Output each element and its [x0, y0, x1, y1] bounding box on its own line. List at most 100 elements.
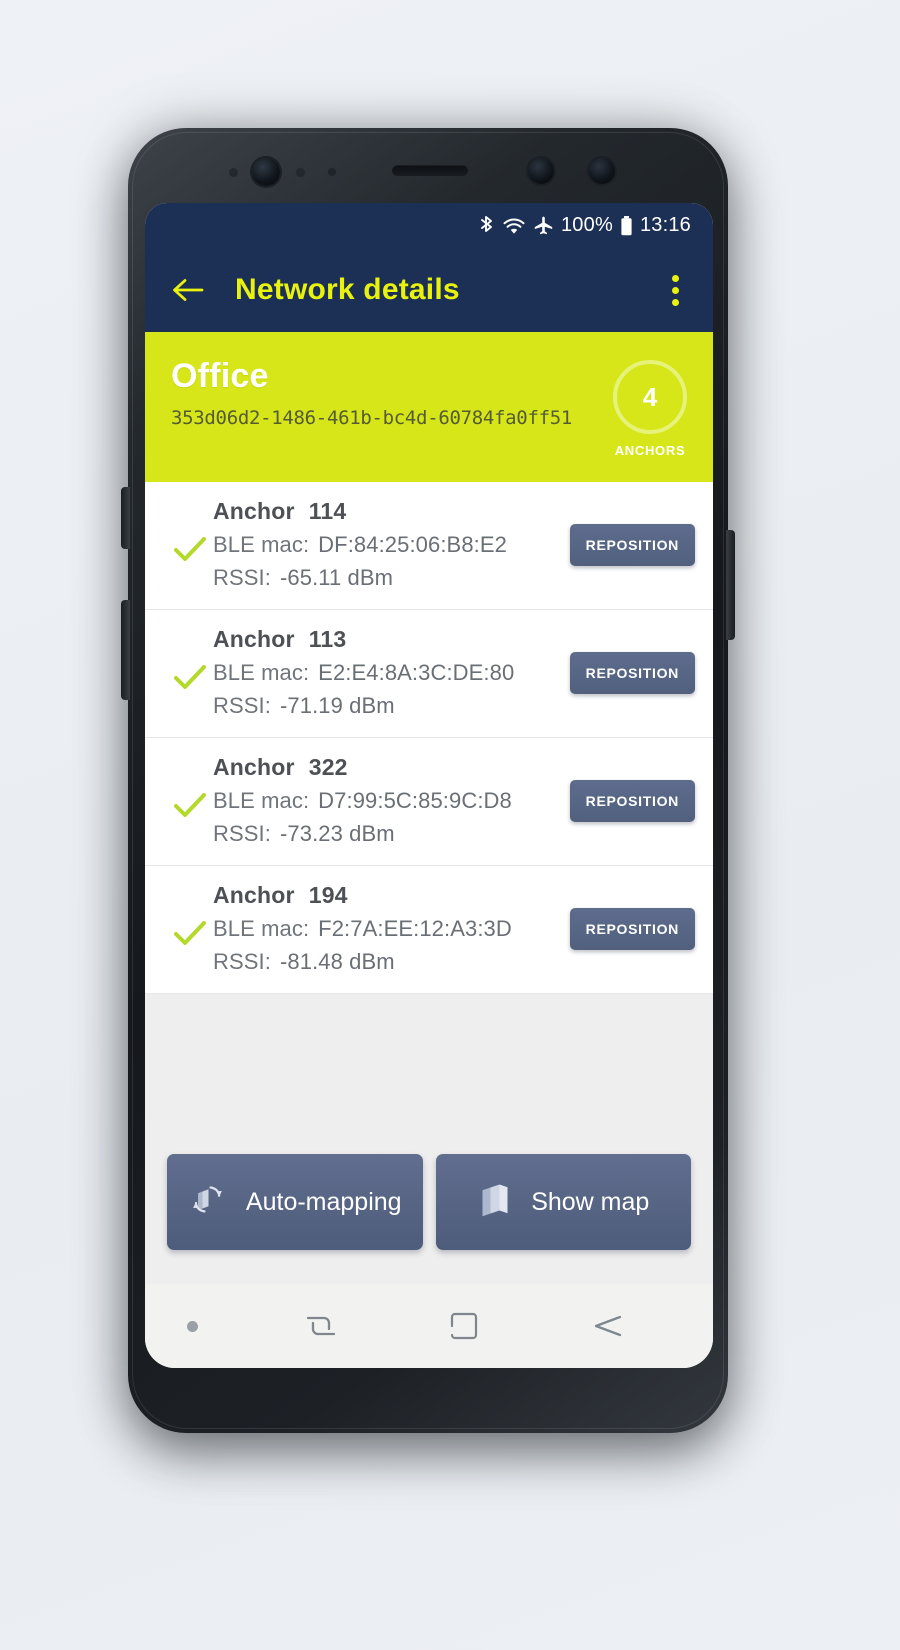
battery-full-icon: [620, 215, 633, 237]
rssi-label: RSSI:: [213, 565, 271, 590]
table-row[interactable]: Anchor 194 BLE mac: F2:7A:EE:12:A3:3D RSSI…: [145, 866, 713, 994]
volume-down-button[interactable]: [121, 600, 130, 700]
ble-mac-value: F2:7A:EE:12:A3:3D: [318, 916, 512, 941]
anchor-name-label: Anchor: [213, 626, 295, 652]
ble-mac-label: BLE mac:: [213, 788, 310, 813]
rssi-value: -65.11 dBm: [279, 565, 394, 590]
anchor-id: 113: [308, 626, 347, 652]
anchor-info: Anchor 114 BLE mac: DF:84:25:06:B8:E2 RSSI…: [213, 498, 560, 591]
anchor-rssi-line: RSSI: -73.23 dBm: [213, 821, 560, 847]
anchor-action: REPOSITION: [560, 907, 695, 950]
check-icon: [167, 910, 213, 948]
iris-camera-icon: [528, 158, 554, 184]
screenshot-root: 100% 13:16 Network details Office 353d06…: [0, 0, 900, 1650]
recents-icon[interactable]: [249, 1309, 392, 1343]
rssi-value: -81.48 dBm: [279, 949, 395, 974]
ble-mac-value: D7:99:5C:85:9C:D8: [318, 788, 512, 813]
check-icon: [167, 654, 213, 692]
anchor-name-label: Anchor: [213, 882, 295, 908]
anchor-mac-line: BLE mac: D7:99:5C:85:9C:D8: [213, 788, 560, 814]
secondary-sensor-icon: [589, 158, 615, 184]
anchor-action: REPOSITION: [560, 651, 695, 694]
wifi-icon: [502, 215, 526, 237]
reposition-button[interactable]: REPOSITION: [569, 523, 695, 566]
rssi-label: RSSI:: [213, 949, 271, 974]
anchor-count-value: 4: [642, 381, 658, 412]
anchor-action: REPOSITION: [560, 779, 695, 822]
reposition-button[interactable]: REPOSITION: [569, 907, 695, 950]
nav-back-icon[interactable]: [536, 1309, 679, 1343]
network-name: Office: [171, 357, 269, 395]
ble-mac-label: BLE mac:: [213, 916, 310, 941]
ble-mac-label: BLE mac:: [213, 660, 310, 685]
bottom-action-bar: Auto-mapping Show map: [145, 1154, 713, 1284]
back-arrow-icon[interactable]: [165, 267, 211, 313]
network-uuid: 353d06d2-1486-461b-bc4d-60784fa0ff51: [171, 407, 573, 430]
earpiece-speaker: [392, 165, 468, 176]
auto-map-refresh-icon: [188, 1179, 228, 1226]
anchor-mac-line: BLE mac: F2:7A:EE:12:A3:3D: [213, 916, 560, 942]
anchor-mac-line: BLE mac: E2:E4:8A:3C:DE:80: [213, 660, 560, 686]
rssi-label: RSSI:: [213, 693, 271, 718]
home-icon[interactable]: [392, 1309, 535, 1343]
bluetooth-icon: [478, 215, 495, 237]
anchor-name-label: Anchor: [213, 754, 295, 780]
anchor-count-badge: 4 ANCHORS: [613, 360, 687, 458]
reposition-button[interactable]: REPOSITION: [569, 779, 695, 822]
light-sensor-icon: [296, 168, 305, 177]
ble-mac-label: BLE mac:: [213, 532, 310, 557]
reposition-button[interactable]: REPOSITION: [569, 651, 695, 694]
anchor-mac-line: BLE mac: DF:84:25:06:B8:E2: [213, 532, 560, 558]
anchor-info: Anchor 194 BLE mac: F2:7A:EE:12:A3:3D RSSI…: [213, 882, 560, 975]
anchor-list: Anchor 114 BLE mac: DF:84:25:06:B8:E2 RSSI…: [145, 482, 713, 994]
anchor-rssi-line: RSSI: -71.19 dBm: [213, 693, 560, 719]
phone-screen: 100% 13:16 Network details Office 353d06…: [145, 203, 713, 1368]
airplane-mode-icon: [533, 215, 554, 236]
ble-mac-value: E2:E4:8A:3C:DE:80: [318, 660, 515, 685]
ble-mac-value: DF:84:25:06:B8:E2: [318, 532, 507, 557]
network-header: Office 353d06d2-1486-461b-bc4d-60784fa0f…: [145, 332, 713, 482]
anchor-info: Anchor 322 BLE mac: D7:99:5C:85:9C:D8 RSSI…: [213, 754, 560, 847]
page-title: Network details: [235, 273, 460, 306]
list-empty-space: [145, 994, 713, 1154]
volume-up-button[interactable]: [121, 487, 130, 549]
auto-mapping-label: Auto-mapping: [245, 1187, 402, 1216]
nav-dot-icon[interactable]: [179, 1320, 249, 1332]
network-identity: Office 353d06d2-1486-461b-bc4d-60784fa0f…: [171, 357, 573, 430]
table-row[interactable]: Anchor 322 BLE mac: D7:99:5C:85:9C:D8 RSSI…: [145, 738, 713, 866]
auto-mapping-button[interactable]: Auto-mapping: [167, 1154, 423, 1250]
proximity-sensor-icon: [229, 168, 238, 177]
app-bar: Network details: [145, 248, 713, 332]
overflow-menu-icon[interactable]: [655, 267, 695, 313]
front-camera-icon: [252, 158, 280, 186]
android-nav-bar: [145, 1284, 713, 1368]
anchor-title: Anchor 113: [213, 626, 560, 653]
status-bar: 100% 13:16: [145, 203, 713, 248]
anchor-title: Anchor 194: [213, 882, 560, 909]
check-icon: [167, 782, 213, 820]
check-icon: [167, 526, 213, 564]
iris-sensor-icon: [328, 168, 336, 176]
anchor-rssi-line: RSSI: -81.48 dBm: [213, 949, 560, 975]
table-row[interactable]: Anchor 114 BLE mac: DF:84:25:06:B8:E2 RSSI…: [145, 482, 713, 610]
anchor-id: 114: [308, 498, 347, 524]
anchor-name-label: Anchor: [213, 498, 295, 524]
map-icon: [477, 1181, 513, 1224]
battery-percent-label: 100%: [560, 214, 613, 236]
anchor-count-label: ANCHORS: [614, 443, 686, 458]
anchor-action: REPOSITION: [560, 523, 695, 566]
anchor-id: 322: [308, 754, 348, 780]
show-map-button[interactable]: Show map: [435, 1154, 691, 1250]
rssi-value: -73.23 dBm: [279, 821, 395, 846]
show-map-label: Show map: [531, 1187, 650, 1216]
anchor-count-ring: 4: [613, 360, 687, 434]
anchor-rssi-line: RSSI: -65.11 dBm: [213, 565, 560, 591]
table-row[interactable]: Anchor 113 BLE mac: E2:E4:8A:3C:DE:80 RSSI…: [145, 610, 713, 738]
rssi-label: RSSI:: [213, 821, 271, 846]
anchor-title: Anchor 322: [213, 754, 560, 781]
clock-label: 13:16: [639, 214, 691, 236]
anchor-info: Anchor 113 BLE mac: E2:E4:8A:3C:DE:80 RSSI…: [213, 626, 560, 719]
anchor-id: 194: [308, 882, 348, 908]
power-button[interactable]: [726, 530, 735, 640]
anchor-title: Anchor 114: [213, 498, 560, 525]
